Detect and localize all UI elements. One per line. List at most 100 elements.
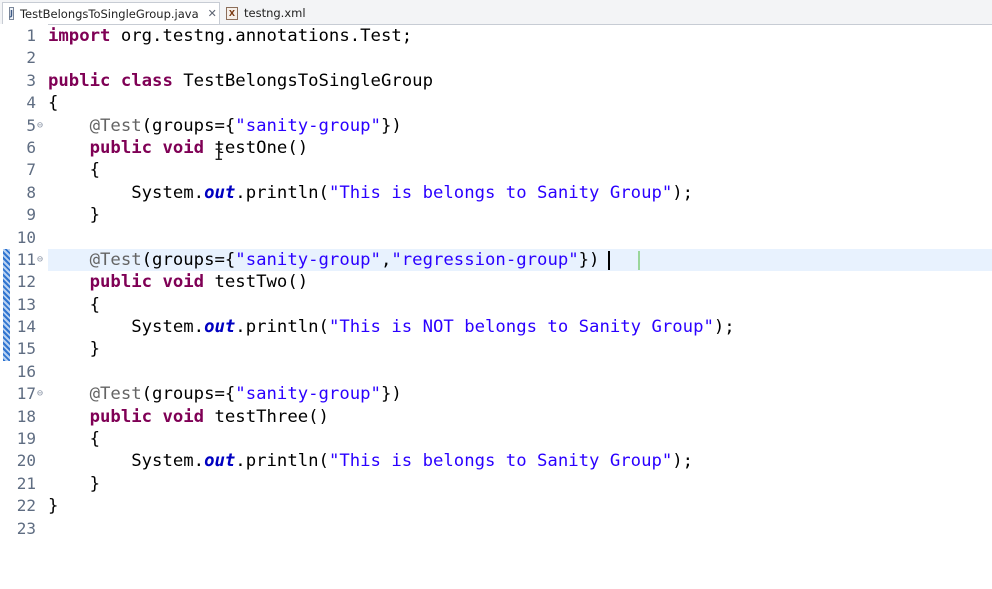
string-literal: "sanity-group" [235, 384, 381, 405]
code-line[interactable] [48, 518, 978, 540]
text-caret [608, 251, 610, 270]
code-line[interactable]: @Test(groups={"sanity-group"}) [48, 115, 978, 137]
code-line[interactable]: { [48, 428, 978, 450]
line-number: 7 [26, 160, 36, 180]
annotation: @Test [89, 115, 142, 136]
line-number: 17 [16, 384, 36, 404]
code-text: , [380, 249, 392, 270]
code-line[interactable]: { [48, 159, 978, 181]
keyword: void [162, 272, 205, 293]
annotation: @Test [89, 384, 142, 405]
code-editor[interactable]: J TestBelongsToSingleGroup.java ✕ X test… [0, 0, 992, 589]
code-line[interactable]: public void testTwo() [48, 271, 978, 293]
line-number: 18 [16, 406, 36, 426]
line-number: 20 [16, 451, 36, 471]
keyword: import [48, 26, 111, 46]
code-line[interactable] [48, 361, 978, 383]
line-number: 2 [26, 48, 36, 68]
code-line[interactable] [48, 47, 978, 69]
line-number: 22 [16, 496, 36, 516]
line-number: 12 [16, 272, 36, 292]
line-number: 6 [26, 137, 36, 157]
annotation: @Test [89, 249, 142, 270]
code-line[interactable]: import org.testng.annotations.Test; [48, 25, 978, 47]
line-number: 3 [26, 70, 36, 90]
java-file-icon: J [9, 7, 14, 20]
line-number: 14 [16, 317, 36, 337]
line-number-ruler: 1 2 3 4 5 6 7 8 9 10 11 12 13 14 15 16 17 18 19 20 21 22 23 [0, 25, 36, 540]
string-literal: "regression-group" [391, 249, 579, 270]
code-line[interactable]: } [48, 204, 978, 226]
code-text: { [48, 160, 101, 181]
line-number: 8 [26, 182, 36, 202]
code-text: testThree() [204, 406, 329, 427]
editor-tab-bar: J TestBelongsToSingleGroup.java ✕ X test… [0, 0, 992, 25]
tab-testng-xml[interactable]: X testng.xml [220, 2, 312, 24]
code-line[interactable]: System.out.println("This is belongs to S… [48, 182, 978, 204]
static-field: out [204, 451, 236, 472]
line-number: 23 [16, 518, 36, 538]
code-text: System. [48, 451, 205, 472]
code-line[interactable]: System.out.println("This is belongs to S… [48, 450, 978, 472]
code-line[interactable] [48, 227, 978, 249]
code-line[interactable]: } [48, 338, 978, 360]
string-literal: "This is belongs to Sanity Group" [328, 451, 673, 472]
keyword: class [120, 70, 173, 91]
string-literal: "This is NOT belongs to Sanity Group" [328, 317, 714, 338]
line-number: 11 [16, 249, 36, 269]
code-text: TestBelongsToSingleGroup [172, 70, 433, 91]
code-line[interactable]: public void testOne() [48, 137, 978, 159]
fold-collapse-icon[interactable]: ⊖ [37, 120, 43, 131]
line-number: 1 [26, 26, 36, 45]
keyword: public [89, 406, 153, 427]
fold-collapse-icon[interactable]: ⊖ [37, 255, 43, 265]
code-text: } [48, 339, 101, 360]
code-line[interactable]: } [48, 473, 978, 495]
code-text: { [48, 294, 101, 315]
code-text: }) [380, 115, 402, 136]
line-number: 4 [26, 93, 36, 113]
code-line[interactable]: @Test(groups={"sanity-group","regression… [48, 249, 978, 271]
tab-testbelongstosinglegroup-java[interactable]: J TestBelongsToSingleGroup.java ✕ [2, 2, 220, 24]
code-text: }) [578, 249, 600, 270]
tab-label: TestBelongsToSingleGroup.java [19, 6, 199, 21]
code-text: .println( [235, 317, 329, 338]
static-field: out [204, 182, 236, 203]
code-line[interactable]: { [48, 92, 978, 114]
code-text: }) [380, 384, 402, 405]
code-text: } [48, 496, 59, 517]
code-line[interactable]: public class TestBelongsToSingleGroup [48, 70, 978, 92]
keyword: public [48, 70, 111, 91]
code-text-area[interactable]: import org.testng.annotations.Test; publi… [48, 25, 978, 540]
code-line[interactable]: { [48, 294, 978, 316]
fold-collapse-icon[interactable]: ⊖ [37, 389, 43, 399]
code-line[interactable]: } [48, 495, 978, 517]
code-line[interactable]: @Test(groups={"sanity-group"}) [48, 383, 978, 405]
code-line[interactable]: public void testThree() [48, 406, 978, 428]
line-number: 21 [16, 473, 36, 493]
keyword: void [162, 137, 205, 158]
code-text: .println( [235, 451, 329, 472]
tab-label: testng.xml [244, 6, 306, 20]
ibeam-cursor-icon: I [214, 145, 224, 164]
code-text: { [48, 429, 101, 450]
xml-file-icon: X [226, 6, 238, 20]
code-text: System. [48, 317, 205, 338]
code-line[interactable]: System.out.println("This is NOT belongs … [48, 316, 978, 338]
code-text: { [48, 93, 59, 114]
keyword: public [89, 272, 153, 293]
code-text: } [48, 473, 101, 494]
close-icon[interactable]: ✕ [208, 8, 217, 19]
code-text: testTwo() [204, 272, 309, 293]
line-number: 16 [16, 361, 36, 381]
line-number: 5 [26, 115, 36, 135]
code-text: (groups={ [141, 249, 236, 270]
